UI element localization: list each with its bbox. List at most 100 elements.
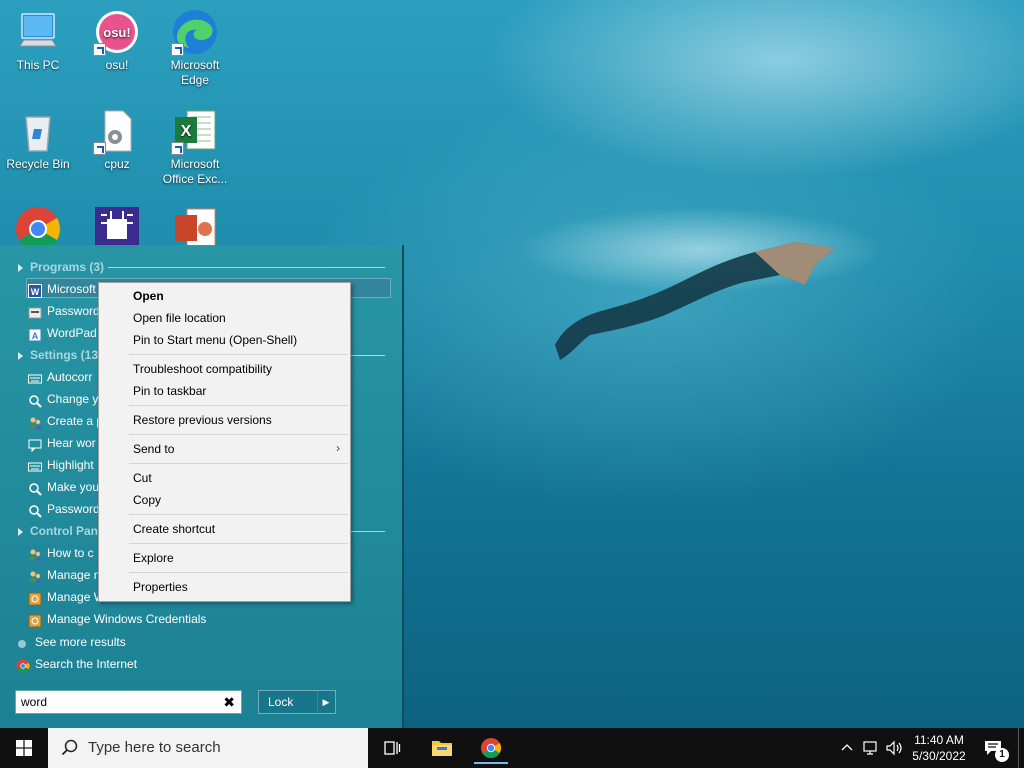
- desktop-icon-label: Recycle Bin: [6, 157, 70, 171]
- context-item-pin-to-taskbar[interactable]: Pin to taskbar: [133, 381, 206, 401]
- users-icon: [28, 569, 42, 583]
- control-panel-item-manage-n[interactable]: Manage n: [28, 564, 100, 586]
- program-item-microsoft-word[interactable]: W Microsoft: [28, 278, 96, 300]
- search-the-internet[interactable]: Search the Internet: [16, 653, 137, 675]
- desktop-icon-edge[interactable]: Microsoft Edge: [157, 8, 233, 88]
- desktop-icon-label-line1: Microsoft: [170, 58, 220, 72]
- menu-separator: [129, 354, 348, 355]
- search-icon: [16, 636, 30, 650]
- expand-triangle-icon: [18, 263, 23, 272]
- settings-item-change[interactable]: Change y: [28, 388, 98, 410]
- task-view-button[interactable]: [378, 734, 406, 762]
- menu-separator: [129, 463, 348, 464]
- settings-item-hear[interactable]: Hear wor: [28, 432, 96, 454]
- taskbar-clock[interactable]: 11:40 AM 5/30/2022: [905, 732, 973, 764]
- desktop-icon-osu[interactable]: osu! osu!: [79, 8, 155, 73]
- desktop-icon-label-line2: Edge: [180, 73, 210, 87]
- keyboard-icon: [28, 459, 42, 473]
- control-panel-item-how-to[interactable]: How to c: [28, 542, 94, 564]
- magnifier-icon: [28, 481, 42, 496]
- desktop-icon-cpuz[interactable]: cpuz: [79, 107, 155, 172]
- clock-date: 5/30/2022: [912, 749, 966, 763]
- context-item-cut[interactable]: Cut: [133, 468, 152, 488]
- clock-time: 11:40 AM: [914, 733, 964, 747]
- task-view-icon: [384, 741, 401, 755]
- show-hidden-icons-button[interactable]: [838, 728, 856, 768]
- menu-separator: [129, 405, 348, 406]
- shortcut-arrow-icon: [93, 43, 106, 56]
- network-button[interactable]: [860, 728, 882, 768]
- category-control-panel[interactable]: Control Pane: [18, 522, 385, 540]
- context-item-restore-versions[interactable]: Restore previous versions: [133, 410, 272, 430]
- volume-button[interactable]: [884, 728, 906, 768]
- file-gear-icon: [93, 107, 141, 155]
- vault-icon: [28, 613, 42, 628]
- taskbar-search-box[interactable]: Type here to search: [48, 728, 368, 768]
- windows-logo-icon: [16, 740, 32, 756]
- users-icon: [28, 415, 42, 429]
- shortcut-arrow-icon: [171, 43, 184, 56]
- start-search-input[interactable]: [21, 692, 211, 712]
- folder-icon: [432, 741, 452, 756]
- desktop-icon-this-pc[interactable]: This PC: [0, 8, 76, 73]
- excel-icon: X: [171, 107, 219, 155]
- show-desktop-button[interactable]: [1018, 728, 1024, 768]
- see-more-results[interactable]: See more results: [16, 631, 126, 653]
- context-item-send-to[interactable]: Send to: [133, 439, 174, 459]
- svg-text:A: A: [32, 331, 39, 341]
- osu-icon: osu!: [93, 8, 141, 56]
- settings-item-autocorrect[interactable]: Autocorr: [28, 366, 92, 388]
- taskbar-chrome[interactable]: [474, 732, 508, 764]
- context-item-create-shortcut[interactable]: Create shortcut: [133, 519, 215, 539]
- settings-item-make[interactable]: Make you: [28, 476, 99, 498]
- start-button[interactable]: [0, 728, 48, 768]
- program-item-password[interactable]: Password: [28, 300, 100, 322]
- computer-icon: [14, 8, 62, 56]
- chrome-icon: [16, 658, 30, 673]
- submenu-arrow-icon: ›: [336, 441, 340, 455]
- settings-item-password[interactable]: Password: [28, 498, 100, 520]
- shutdown-options-arrow-icon[interactable]: ▶: [317, 690, 336, 714]
- desktop-icon-label: cpuz: [104, 157, 130, 171]
- svg-text:W: W: [31, 287, 40, 297]
- taskbar-file-explorer[interactable]: [425, 732, 459, 764]
- category-settings[interactable]: Settings (13: [18, 346, 385, 364]
- desktop-icon-label-line1: Microsoft: [170, 157, 220, 171]
- context-item-troubleshoot[interactable]: Troubleshoot compatibility: [133, 359, 272, 379]
- chrome-icon: [481, 738, 502, 759]
- context-item-pin-to-start[interactable]: Pin to Start menu (Open-Shell): [133, 330, 297, 350]
- osu-glyph: osu!: [103, 25, 130, 40]
- control-panel-item-manage-w[interactable]: Manage W: [28, 586, 105, 608]
- expand-triangle-icon: [18, 527, 23, 536]
- context-item-open-file-location[interactable]: Open file location: [133, 308, 226, 328]
- wordpad-icon: A: [28, 327, 42, 342]
- clear-search-icon[interactable]: ✖: [223, 694, 235, 711]
- svg-text:X: X: [181, 123, 192, 140]
- start-search-box[interactable]: ✖: [15, 690, 242, 714]
- context-item-open[interactable]: Open: [133, 286, 164, 306]
- context-menu: Open Open file location Pin to Start men…: [98, 282, 351, 602]
- desktop-icon-recycle-bin[interactable]: Recycle Bin: [0, 107, 76, 172]
- context-item-copy[interactable]: Copy: [133, 490, 161, 510]
- network-icon: [863, 741, 877, 755]
- chevron-up-icon: [841, 744, 853, 751]
- desktop-icon-label: This PC: [16, 58, 60, 72]
- lock-button[interactable]: Lock: [258, 690, 318, 714]
- divider: [108, 267, 385, 268]
- context-item-properties[interactable]: Properties: [133, 577, 188, 597]
- wallpaper-diver: [555, 242, 835, 360]
- desktop-icon-excel[interactable]: X Microsoft Office Exc...: [157, 107, 233, 187]
- action-center-button[interactable]: 1: [978, 728, 1012, 768]
- category-programs[interactable]: Programs (3): [18, 258, 385, 276]
- magnifier-icon: [28, 503, 42, 518]
- users-icon: [28, 547, 42, 561]
- notification-count-badge: 1: [995, 748, 1009, 762]
- context-item-explore[interactable]: Explore: [133, 548, 174, 568]
- settings-item-create[interactable]: Create a p: [28, 410, 103, 432]
- menu-separator: [129, 543, 348, 544]
- menu-separator: [129, 434, 348, 435]
- control-panel-item-credentials[interactable]: Manage Windows Credentials: [28, 608, 206, 630]
- keyboard-icon: [28, 371, 42, 385]
- settings-item-highlight[interactable]: Highlight: [28, 454, 94, 476]
- program-item-wordpad[interactable]: A WordPad: [28, 322, 97, 344]
